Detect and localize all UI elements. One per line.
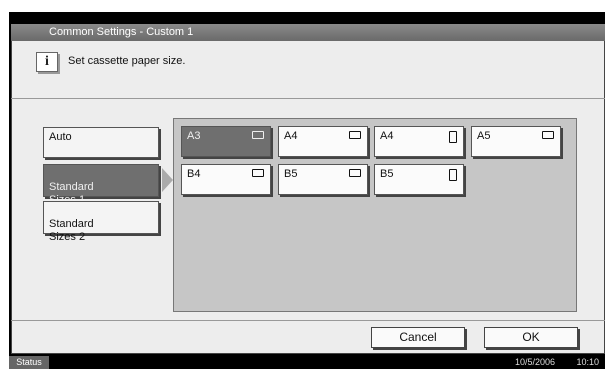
footer-divider [11,320,605,321]
standard-sizes-1-button[interactable]: Standard Sizes 1 [43,164,159,206]
landscape-paper-icon [252,131,264,142]
paper-a5-label: A5 [477,130,491,142]
paper-a5-landscape-button[interactable]: A5 [471,126,561,157]
paper-a3-landscape-button[interactable]: A3 [181,126,271,157]
landscape-paper-icon [252,169,264,180]
status-time: 10:10 [576,357,599,367]
status-button[interactable]: Status [9,356,49,369]
window-title: Common Settings - Custom 1 [49,26,194,38]
selection-arrow [162,168,173,192]
paper-b4-landscape-button[interactable]: B4 [181,164,271,195]
cancel-button[interactable]: Cancel [371,327,465,348]
landscape-paper-icon [349,131,361,142]
paper-a4-portrait-button[interactable]: A4 [374,126,464,157]
paper-b5-landscape-button[interactable]: B5 [278,164,368,195]
info-message: Set cassette paper size. [68,55,186,67]
divider [11,98,605,99]
info-icon: i [36,52,58,72]
paper-a4-landscape-button[interactable]: A4 [278,126,368,157]
paper-a4-portrait-label: A4 [380,130,394,142]
landscape-paper-icon [349,169,361,180]
paper-b5-portrait-button[interactable]: B5 [374,164,464,195]
ok-button[interactable]: OK [484,327,578,348]
standard-sizes-2-button[interactable]: Standard Sizes 2 [43,201,159,243]
paper-a4-label: A4 [284,130,298,142]
portrait-paper-icon [449,169,457,184]
auto-button[interactable]: Auto [43,127,159,158]
status-date: 10/5/2006 [514,357,555,367]
paper-b5-label: B5 [284,168,298,180]
paper-b4-label: B4 [187,168,201,180]
landscape-paper-icon [542,131,554,142]
auto-button-label: Auto [49,131,72,143]
ok-label: OK [522,330,540,344]
portrait-paper-icon [449,131,457,146]
title-bar: Common Settings - Custom 1 [11,24,605,41]
cancel-label: Cancel [399,330,437,344]
status-bar: Status 10/5/2006 10:10 [9,356,605,369]
paper-a3-label: A3 [187,130,201,142]
paper-b5-portrait-label: B5 [380,168,394,180]
